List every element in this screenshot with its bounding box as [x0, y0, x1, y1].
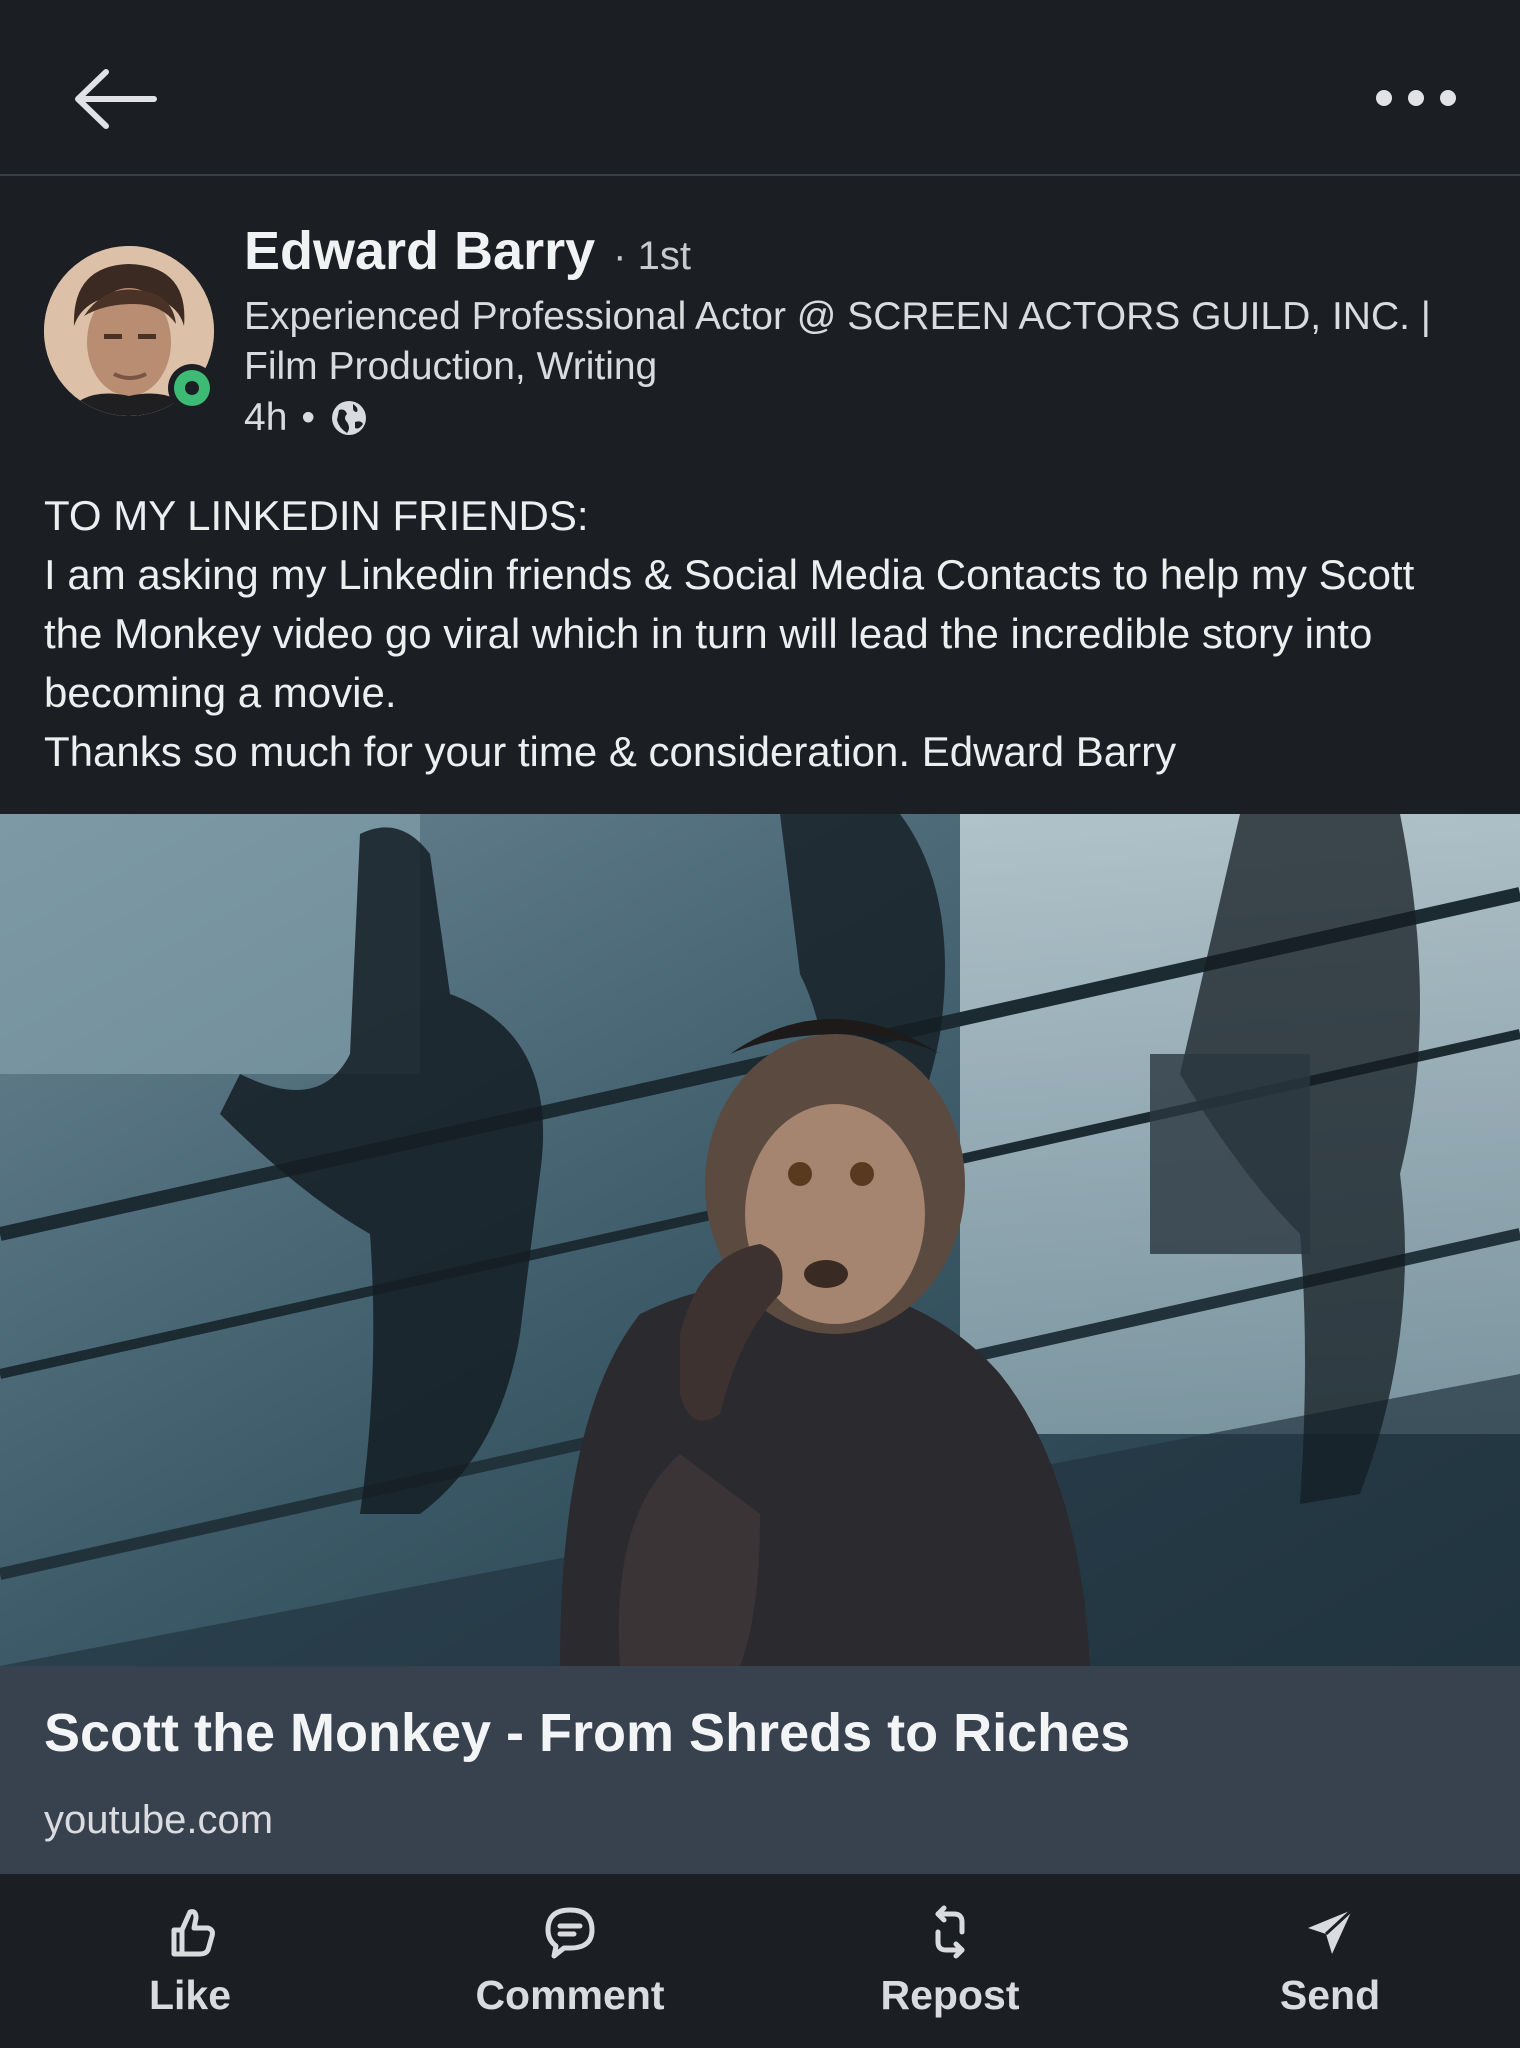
post-text-line: TO MY LINKEDIN FRIENDS: [44, 492, 589, 539]
repost-label: Repost [880, 1972, 1020, 2018]
like-label: Like [148, 1972, 232, 2018]
like-button[interactable]: Like [0, 1874, 380, 2048]
link-title: Scott the Monkey - From Shreds to Riches [44, 1703, 1131, 1763]
back-button[interactable] [70, 64, 160, 134]
connection-degree: · 1st [613, 234, 691, 278]
author-info: Edward Barry · 1st Experienced Professio… [244, 220, 1484, 440]
thumbs-up-icon [171, 1909, 215, 1957]
post-actions: Like Comment Repost Send [0, 1874, 1520, 2048]
repost-icon [935, 1905, 965, 1959]
post-text-line: I am asking my Linkedin friends & Social… [44, 551, 1415, 716]
comment-label: Comment [475, 1972, 665, 2018]
ellipsis-icon [1376, 90, 1456, 106]
author-name[interactable]: Edward Barry [244, 220, 595, 282]
post-time: 4h [244, 396, 288, 439]
post-meta: 4h • [244, 396, 1484, 440]
send-icon [1308, 1908, 1354, 1954]
link-domain: youtube.com [44, 1798, 274, 1842]
arrow-left-icon [75, 69, 157, 129]
author-headline: Experienced Professional Actor @ SCREEN … [244, 295, 1431, 388]
comment-icon [545, 1907, 595, 1959]
send-button[interactable]: Send [1140, 1874, 1520, 2048]
more-options-button[interactable] [1368, 78, 1464, 118]
comment-button[interactable]: Comment [380, 1874, 760, 2048]
post-body: TO MY LINKEDIN FRIENDS: I am asking my L… [44, 486, 1484, 781]
repost-button[interactable]: Repost [760, 1874, 1140, 2048]
video-thumbnail [0, 814, 1520, 1666]
avatar[interactable] [44, 246, 216, 416]
top-bar [0, 0, 1520, 176]
link-preview-meta: Scott the Monkey - From Shreds to Riches… [0, 1666, 1520, 1874]
online-status-badge [168, 364, 216, 412]
post-author: Edward Barry · 1st Experienced Professio… [0, 176, 1520, 446]
post-text-line: Thanks so much for your time & considera… [44, 728, 1177, 775]
globe-icon [332, 401, 367, 435]
send-label: Send [1279, 1972, 1381, 2018]
author-name-line: Edward Barry · 1st [244, 220, 1484, 282]
link-preview-card[interactable]: Scott the Monkey - From Shreds to Riches… [0, 814, 1520, 1874]
meta-separator: • [301, 396, 316, 439]
